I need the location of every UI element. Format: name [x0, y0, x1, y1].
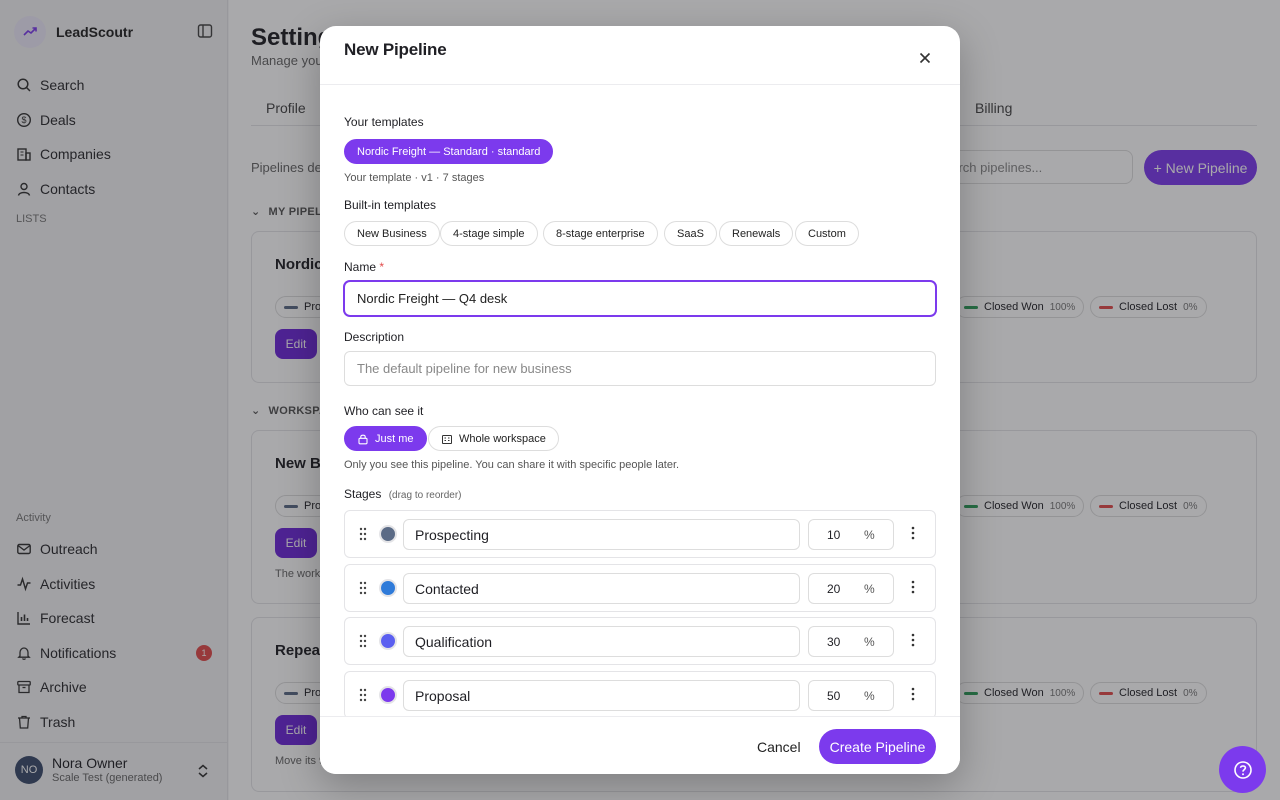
stages-hint: (drag to reorder): [388, 490, 462, 501]
stages-label: Stages (drag to reorder): [344, 487, 462, 501]
create-pipeline-button[interactable]: Create Pipeline: [819, 729, 936, 764]
pipeline-name-input[interactable]: Nordic Freight — Q4 desk: [344, 281, 936, 316]
more-vertical-icon[interactable]: [911, 580, 915, 594]
template-pill-nordic[interactable]: Nordic Freight — Standard · standard: [344, 139, 554, 164]
more-vertical-icon[interactable]: [911, 526, 915, 540]
drag-handle-icon[interactable]: [359, 527, 367, 541]
stages-label-text: Stages: [344, 487, 382, 501]
stage-probability-value: 20: [827, 582, 841, 596]
template-pill-custom[interactable]: Custom: [795, 221, 859, 246]
drag-handle-icon[interactable]: [359, 634, 367, 648]
stage-probability-input[interactable]: 30%: [808, 626, 894, 657]
description-label: Description: [344, 330, 405, 344]
dialog-body[interactable]: Your templates Nordic Freight — Standard…: [320, 86, 960, 716]
template-pill-new-business[interactable]: New Business: [344, 221, 440, 246]
visibility-option-label: Just me: [375, 432, 414, 445]
stage-row: Contacted 20%: [344, 564, 936, 612]
dialog-footer: Cancel Create Pipeline: [320, 716, 960, 774]
stage-color-swatch[interactable]: [379, 525, 397, 543]
percent-symbol: %: [864, 635, 875, 649]
your-template-hint: Your template · v1 · 7 stages: [344, 172, 485, 184]
visibility-just-me[interactable]: Just me: [344, 426, 427, 451]
visibility-label: Who can see it: [344, 404, 424, 418]
building-icon: [442, 434, 452, 444]
stage-name-input[interactable]: Proposal: [403, 680, 800, 711]
stage-probability-value: 30: [827, 635, 841, 649]
cancel-button[interactable]: Cancel: [743, 730, 815, 764]
stage-row: Prospecting 10%: [344, 510, 936, 558]
visibility-option-label: Whole workspace: [459, 432, 546, 445]
visibility-hint: Only you see this pipeline. You can shar…: [344, 459, 680, 471]
stage-row: Qualification 30%: [344, 617, 936, 665]
stage-probability-input[interactable]: 20%: [808, 573, 894, 604]
template-pill-saas[interactable]: SaaS: [664, 221, 717, 246]
stage-name-input[interactable]: Qualification: [403, 626, 800, 657]
help-icon: [1233, 760, 1252, 779]
stage-probability-input[interactable]: 10%: [808, 519, 894, 550]
drag-handle-icon[interactable]: [359, 581, 367, 595]
new-pipeline-dialog: New Pipeline Your templates Nordic Freig…: [320, 26, 960, 774]
dialog-title: New Pipeline: [344, 40, 447, 59]
stage-probability-input[interactable]: 50%: [808, 680, 894, 711]
more-vertical-icon[interactable]: [911, 687, 915, 701]
close-button[interactable]: [914, 47, 936, 69]
percent-symbol: %: [864, 528, 875, 542]
lock-icon: [358, 434, 368, 444]
template-pill-renewals[interactable]: Renewals: [719, 221, 794, 246]
template-pill-8-stage[interactable]: 8-stage enterprise: [543, 221, 658, 246]
stage-color-swatch[interactable]: [379, 686, 397, 704]
visibility-whole-workspace[interactable]: Whole workspace: [428, 426, 559, 451]
name-label: Name *: [344, 260, 384, 274]
builtin-templates-label: Built-in templates: [344, 198, 437, 212]
stage-name-input[interactable]: Prospecting: [403, 519, 800, 550]
more-vertical-icon[interactable]: [911, 633, 915, 647]
drag-handle-icon[interactable]: [359, 688, 367, 702]
dialog-header: New Pipeline: [320, 26, 960, 85]
close-icon: [919, 52, 931, 64]
stage-row: Proposal 50%: [344, 671, 936, 716]
percent-symbol: %: [864, 689, 875, 703]
description-input[interactable]: The default pipeline for new business: [344, 351, 936, 386]
percent-symbol: %: [864, 582, 875, 596]
stage-name-input[interactable]: Contacted: [403, 573, 800, 604]
help-button[interactable]: [1219, 746, 1266, 793]
stage-color-swatch[interactable]: [379, 632, 397, 650]
name-label-text: Name: [344, 260, 377, 274]
your-templates-label: Your templates: [344, 115, 424, 129]
template-pill-4-stage[interactable]: 4-stage simple: [440, 221, 538, 246]
stage-probability-value: 10: [827, 528, 841, 542]
stage-probability-value: 50: [827, 689, 841, 703]
required-marker: *: [379, 260, 385, 274]
stage-color-swatch[interactable]: [379, 579, 397, 597]
